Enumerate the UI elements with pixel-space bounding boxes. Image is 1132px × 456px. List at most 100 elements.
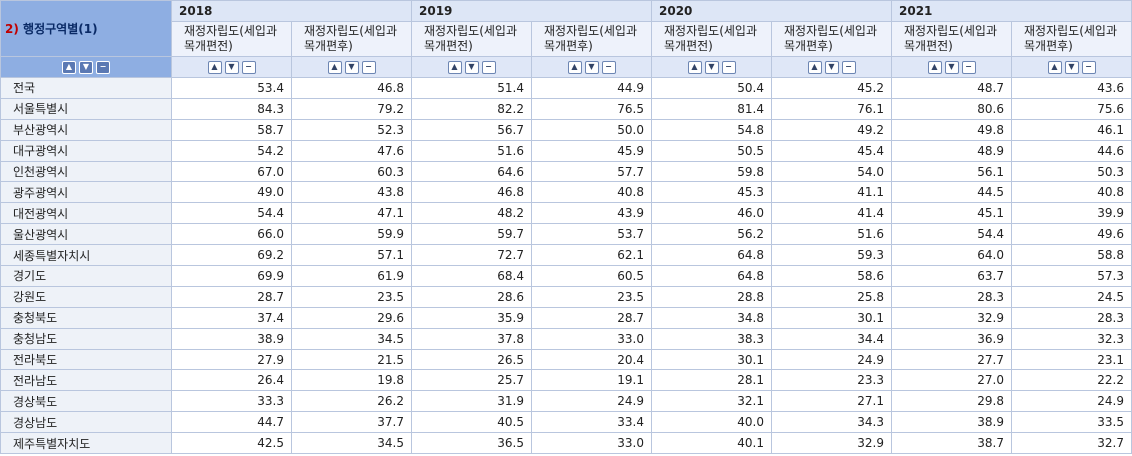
value-cell: 45.9 bbox=[531, 139, 652, 162]
value-cell: 24.5 bbox=[1011, 285, 1132, 308]
value-cell: 39.9 bbox=[1011, 202, 1132, 225]
value-cell: 56.2 bbox=[651, 223, 772, 246]
value-cell: 29.6 bbox=[291, 306, 412, 329]
sort-descending-icon[interactable]: ▼ bbox=[944, 60, 959, 74]
sort-descending-icon[interactable]: ▼ bbox=[584, 60, 599, 74]
column-sort-controls: ▲ ▼ − bbox=[1011, 56, 1132, 78]
sort-descending-icon[interactable]: ▼ bbox=[704, 60, 719, 74]
year-header: 2018 bbox=[171, 0, 412, 22]
value-cell: 35.9 bbox=[411, 306, 532, 329]
value-cell: 21.5 bbox=[291, 348, 412, 371]
sort-descending-icon[interactable]: ▼ bbox=[1064, 60, 1079, 74]
sort-ascending-icon[interactable]: ▲ bbox=[327, 60, 342, 74]
value-cell: 40.0 bbox=[651, 411, 772, 434]
remove-column-icon[interactable]: − bbox=[841, 60, 856, 74]
sort-descending-icon[interactable]: ▼ bbox=[464, 60, 479, 74]
sort-controls: ▲ ▼ − bbox=[413, 58, 531, 77]
value-cell: 50.4 bbox=[651, 77, 772, 99]
value-cell: 34.5 bbox=[291, 432, 412, 455]
value-cell: 46.8 bbox=[411, 181, 532, 204]
value-cell: 72.7 bbox=[411, 244, 532, 267]
region-cell: 대구광역시 bbox=[0, 139, 172, 162]
stats-table: 2) 행정구역별(1) 2018 2019 2020 2021 재정자립도(세입… bbox=[0, 0, 1132, 455]
value-cell: 25.7 bbox=[411, 369, 532, 392]
sort-ascending-icon[interactable]: ▲ bbox=[927, 60, 942, 74]
value-cell: 27.1 bbox=[771, 390, 892, 413]
sort-controls: ▲ ▼ − bbox=[773, 58, 891, 77]
value-cell: 59.9 bbox=[291, 223, 412, 246]
value-cell: 44.9 bbox=[531, 77, 652, 99]
region-column-header[interactable]: 2) 행정구역별(1) bbox=[0, 0, 172, 57]
value-cell: 28.8 bbox=[651, 285, 772, 308]
sort-controls: ▲ ▼ − bbox=[2, 58, 171, 77]
table-row: 강원도 28.7 23.5 28.6 23.5 28.8 25.8 28.3 24.5 bbox=[0, 285, 1132, 308]
region-cell: 경상북도 bbox=[0, 390, 172, 413]
value-cell: 26.5 bbox=[411, 348, 532, 371]
remove-column-icon[interactable]: − bbox=[96, 60, 110, 74]
sort-ascending-icon[interactable]: ▲ bbox=[62, 60, 76, 74]
value-cell: 57.3 bbox=[1011, 265, 1132, 287]
value-cell: 45.1 bbox=[891, 202, 1012, 225]
value-cell: 58.8 bbox=[1011, 244, 1132, 267]
remove-column-icon[interactable]: − bbox=[721, 60, 736, 74]
value-cell: 28.7 bbox=[171, 285, 292, 308]
value-cell: 24.9 bbox=[771, 348, 892, 371]
remove-column-icon[interactable]: − bbox=[1081, 60, 1096, 74]
sort-ascending-icon[interactable]: ▲ bbox=[807, 60, 822, 74]
remove-column-icon[interactable]: − bbox=[361, 60, 376, 74]
subheader-after: 재정자립도(세입과목개편후) bbox=[291, 21, 412, 57]
value-cell: 54.8 bbox=[651, 118, 772, 141]
value-cell: 43.8 bbox=[291, 181, 412, 204]
value-cell: 25.8 bbox=[771, 285, 892, 308]
value-cell: 48.2 bbox=[411, 202, 532, 225]
sort-descending-icon[interactable]: ▼ bbox=[344, 60, 359, 74]
sort-controls: ▲ ▼ − bbox=[173, 58, 291, 77]
sort-ascending-icon[interactable]: ▲ bbox=[567, 60, 582, 74]
value-cell: 33.3 bbox=[171, 390, 292, 413]
value-cell: 46.8 bbox=[291, 77, 412, 99]
value-cell: 64.8 bbox=[651, 244, 772, 267]
table-row: 전국 53.4 46.8 51.4 44.9 50.4 45.2 48.7 43.6 bbox=[0, 77, 1132, 99]
value-cell: 24.9 bbox=[531, 390, 652, 413]
subheader-before: 재정자립도(세입과목개편전) bbox=[411, 21, 532, 57]
value-cell: 28.7 bbox=[531, 306, 652, 329]
value-cell: 32.3 bbox=[1011, 327, 1132, 350]
sort-ascending-icon[interactable]: ▲ bbox=[447, 60, 462, 74]
region-cell: 광주광역시 bbox=[0, 181, 172, 204]
region-sort-controls: ▲ ▼ − bbox=[0, 56, 172, 78]
value-cell: 59.8 bbox=[651, 160, 772, 183]
remove-column-icon[interactable]: − bbox=[961, 60, 976, 74]
value-cell: 27.9 bbox=[171, 348, 292, 371]
value-cell: 51.6 bbox=[771, 223, 892, 246]
sort-ascending-icon[interactable]: ▲ bbox=[1047, 60, 1062, 74]
remove-column-icon[interactable]: − bbox=[481, 60, 496, 74]
value-cell: 66.0 bbox=[171, 223, 292, 246]
value-cell: 69.9 bbox=[171, 265, 292, 287]
value-cell: 32.7 bbox=[1011, 432, 1132, 455]
value-cell: 28.3 bbox=[1011, 306, 1132, 329]
table-body: 전국 53.4 46.8 51.4 44.9 50.4 45.2 48.7 43.6 서울특별시 8… bbox=[0, 77, 1132, 455]
remove-column-icon[interactable]: − bbox=[241, 60, 256, 74]
value-cell: 34.8 bbox=[651, 306, 772, 329]
sort-ascending-icon[interactable]: ▲ bbox=[687, 60, 702, 74]
value-cell: 82.2 bbox=[411, 97, 532, 120]
corner-label: 행정구역별(1) bbox=[23, 22, 98, 36]
value-cell: 30.1 bbox=[771, 306, 892, 329]
value-cell: 34.3 bbox=[771, 411, 892, 434]
value-cell: 81.4 bbox=[651, 97, 772, 120]
remove-column-icon[interactable]: − bbox=[601, 60, 616, 74]
sort-controls: ▲ ▼ − bbox=[653, 58, 771, 77]
value-cell: 52.3 bbox=[291, 118, 412, 141]
value-cell: 38.7 bbox=[891, 432, 1012, 455]
sort-descending-icon[interactable]: ▼ bbox=[79, 60, 93, 74]
value-cell: 32.1 bbox=[651, 390, 772, 413]
region-cell: 경상남도 bbox=[0, 411, 172, 434]
region-cell: 강원도 bbox=[0, 285, 172, 308]
value-cell: 42.5 bbox=[171, 432, 292, 455]
sort-ascending-icon[interactable]: ▲ bbox=[207, 60, 222, 74]
table-row: 제주특별자치도 42.5 34.5 36.5 33.0 40.1 32.9 38.7 32.7 bbox=[0, 432, 1132, 455]
value-cell: 19.1 bbox=[531, 369, 652, 392]
sort-descending-icon[interactable]: ▼ bbox=[224, 60, 239, 74]
sort-descending-icon[interactable]: ▼ bbox=[824, 60, 839, 74]
value-cell: 48.7 bbox=[891, 77, 1012, 99]
